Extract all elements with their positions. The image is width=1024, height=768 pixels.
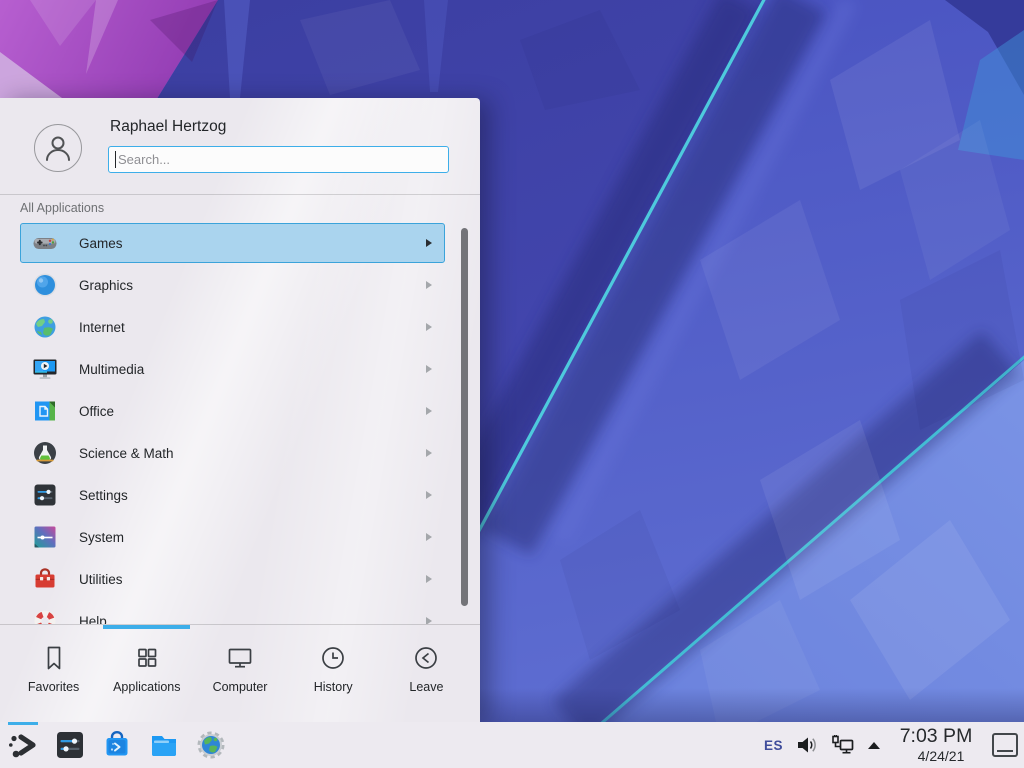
tab-history[interactable]: History bbox=[287, 630, 380, 718]
category-row-settings[interactable]: Settings bbox=[20, 475, 445, 515]
submenu-arrow-icon bbox=[426, 491, 432, 499]
search-field-wrapper bbox=[108, 146, 449, 173]
text-cursor bbox=[115, 151, 116, 168]
submenu-arrow-icon bbox=[426, 281, 432, 289]
lifebuoy-icon bbox=[32, 608, 58, 624]
history-clock-icon bbox=[318, 643, 348, 673]
category-label: Graphics bbox=[79, 278, 426, 293]
bookmark-icon bbox=[39, 643, 69, 673]
tab-label: Applications bbox=[113, 680, 180, 694]
launcher-tabbar: Favorites Applications C bbox=[7, 630, 473, 718]
tab-label: Favorites bbox=[28, 680, 79, 694]
category-label: Games bbox=[79, 236, 426, 251]
category-label: Settings bbox=[79, 488, 426, 503]
submenu-arrow-icon bbox=[426, 533, 432, 541]
category-row-multimedia[interactable]: Multimedia bbox=[20, 349, 445, 389]
category-row-office[interactable]: Office bbox=[20, 391, 445, 431]
web-browser-taskbar-button[interactable] bbox=[193, 727, 229, 763]
volume-icon[interactable] bbox=[796, 734, 818, 756]
category-row-games[interactable]: Games bbox=[20, 223, 445, 263]
taskbar-app-icons bbox=[0, 727, 229, 763]
toolbox-icon bbox=[32, 566, 58, 592]
category-row-system[interactable]: System bbox=[20, 517, 445, 557]
list-scrollbar[interactable] bbox=[461, 228, 468, 606]
system-settings-taskbar-button[interactable] bbox=[52, 727, 88, 763]
desktop-line bbox=[997, 750, 1013, 752]
category-label: Multimedia bbox=[79, 362, 426, 377]
search-input[interactable] bbox=[108, 146, 449, 173]
file-manager-taskbar-button[interactable] bbox=[146, 727, 182, 763]
show-desktop-button[interactable] bbox=[992, 733, 1018, 757]
category-row-utilities[interactable]: Utilities bbox=[20, 559, 445, 599]
submenu-arrow-icon bbox=[426, 365, 432, 373]
tab-label: Computer bbox=[213, 680, 268, 694]
category-row-help[interactable]: Help bbox=[20, 601, 445, 624]
discover-taskbar-button[interactable] bbox=[99, 727, 135, 763]
submenu-arrow-icon bbox=[426, 617, 432, 624]
document-icon bbox=[32, 398, 58, 424]
app-grid-icon bbox=[132, 643, 162, 673]
user-avatar[interactable] bbox=[34, 124, 82, 172]
system-tray: ES 7:03 PM 4/24/21 bbox=[764, 722, 1018, 768]
user-icon bbox=[41, 131, 75, 165]
system-slider-icon bbox=[32, 524, 58, 550]
leave-icon bbox=[411, 643, 441, 673]
category-label: Office bbox=[79, 404, 426, 419]
category-row-science-math[interactable]: Science & Math bbox=[20, 433, 445, 473]
tab-applications[interactable]: Applications bbox=[100, 630, 193, 718]
tabbar-separator bbox=[0, 624, 480, 625]
keyboard-layout-indicator[interactable]: ES bbox=[764, 738, 783, 753]
flask-icon bbox=[32, 440, 58, 466]
globe-gear-icon bbox=[195, 729, 227, 761]
digital-clock[interactable]: 7:03 PM 4/24/21 bbox=[893, 727, 979, 763]
section-label: All Applications bbox=[20, 201, 104, 215]
submenu-arrow-icon bbox=[426, 449, 432, 457]
tab-label: History bbox=[314, 680, 353, 694]
submenu-arrow-icon bbox=[426, 239, 432, 247]
category-label: Internet bbox=[79, 320, 426, 335]
kickoff-icon bbox=[7, 729, 39, 761]
desktop: Raphael Hertzog All Applications bbox=[0, 0, 1024, 768]
gamepad-icon bbox=[32, 230, 58, 256]
header-separator bbox=[0, 194, 480, 195]
tab-computer[interactable]: Computer bbox=[193, 630, 286, 718]
category-label: System bbox=[79, 530, 426, 545]
submenu-arrow-icon bbox=[426, 575, 432, 583]
settings-sliders-icon bbox=[54, 729, 86, 761]
discover-bag-icon bbox=[101, 729, 133, 761]
category-row-internet[interactable]: Internet bbox=[20, 307, 445, 347]
user-name: Raphael Hertzog bbox=[110, 118, 226, 136]
clock-time: 7:03 PM bbox=[893, 727, 979, 747]
tab-favorites[interactable]: Favorites bbox=[7, 630, 100, 718]
category-list: Games Graphics bbox=[0, 223, 480, 624]
active-tab-indicator bbox=[103, 625, 190, 629]
taskbar-panel: ES 7:03 PM 4/24/21 bbox=[0, 722, 1024, 768]
application-launcher-menu: Raphael Hertzog All Applications bbox=[0, 98, 480, 722]
active-task-indicator bbox=[8, 722, 38, 725]
tab-leave[interactable]: Leave bbox=[380, 630, 473, 718]
blue-folder-icon bbox=[148, 729, 180, 761]
computer-icon bbox=[225, 643, 255, 673]
category-label: Science & Math bbox=[79, 446, 426, 461]
application-launcher-button[interactable] bbox=[5, 727, 41, 763]
globe-icon bbox=[32, 314, 58, 340]
category-label: Help bbox=[79, 614, 426, 625]
wired-network-icon[interactable] bbox=[831, 734, 855, 756]
submenu-arrow-icon bbox=[426, 407, 432, 415]
category-label: Utilities bbox=[79, 572, 426, 587]
media-screen-icon bbox=[32, 356, 58, 382]
sphere-icon bbox=[32, 272, 58, 298]
submenu-arrow-icon bbox=[426, 323, 432, 331]
clock-date: 4/24/21 bbox=[893, 749, 979, 763]
sliders-icon bbox=[32, 482, 58, 508]
category-row-graphics[interactable]: Graphics bbox=[20, 265, 445, 305]
tab-label: Leave bbox=[409, 680, 443, 694]
expand-tray-button[interactable] bbox=[868, 742, 880, 749]
